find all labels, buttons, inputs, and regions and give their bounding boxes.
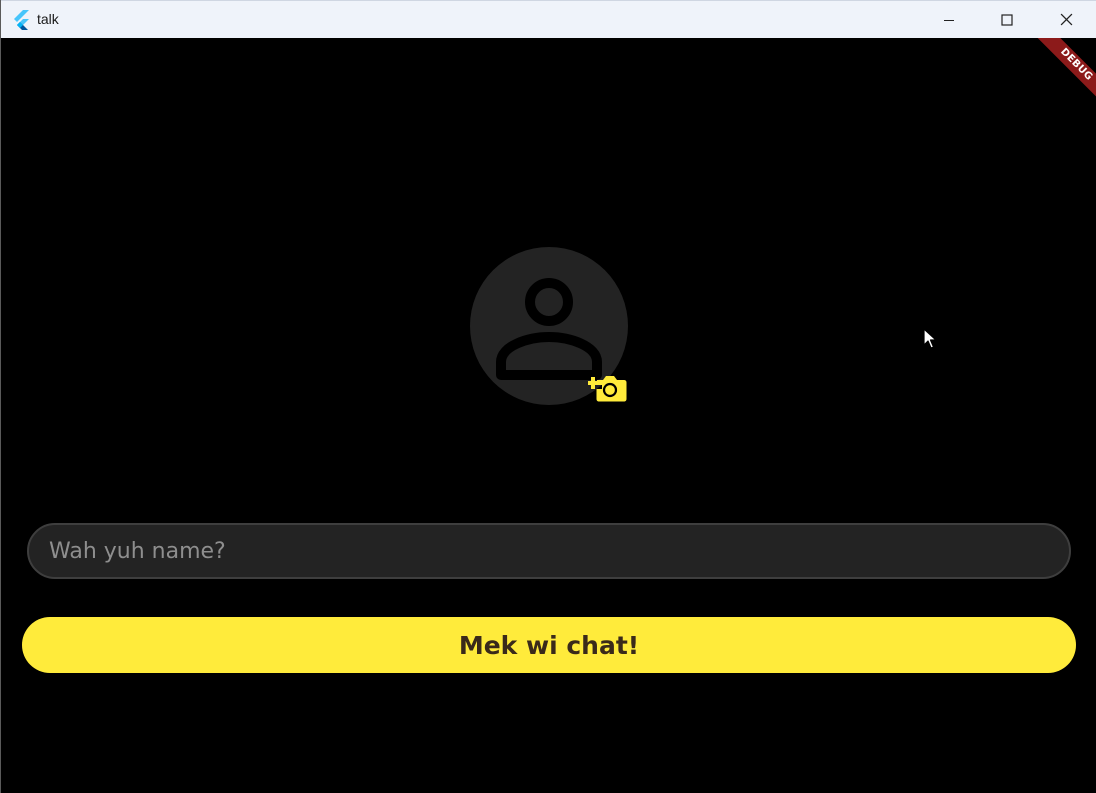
debug-banner: DEBUG	[1018, 38, 1096, 118]
name-input[interactable]	[27, 523, 1071, 579]
maximize-icon	[1001, 13, 1013, 26]
maximize-button[interactable]	[978, 1, 1036, 38]
app-window: talk DEBUG Wah yuh name? Mek wi chat!	[0, 0, 1096, 793]
start-chat-button[interactable]: Mek wi chat!	[22, 617, 1076, 673]
mouse-cursor-icon	[923, 328, 937, 349]
debug-label: DEBUG	[1031, 38, 1096, 110]
minimize-button[interactable]	[920, 1, 978, 38]
window-title: talk	[37, 11, 59, 27]
close-icon	[1060, 13, 1072, 26]
close-button[interactable]	[1037, 1, 1095, 38]
main-content: DEBUG Mek wi chat!	[1, 38, 1096, 793]
minimize-icon	[944, 19, 954, 21]
add-a-photo-icon[interactable]	[588, 367, 628, 403]
flutter-logo-icon	[14, 10, 29, 30]
title-bar[interactable]: talk	[1, 0, 1096, 38]
profile-photo-picker[interactable]	[470, 247, 630, 407]
